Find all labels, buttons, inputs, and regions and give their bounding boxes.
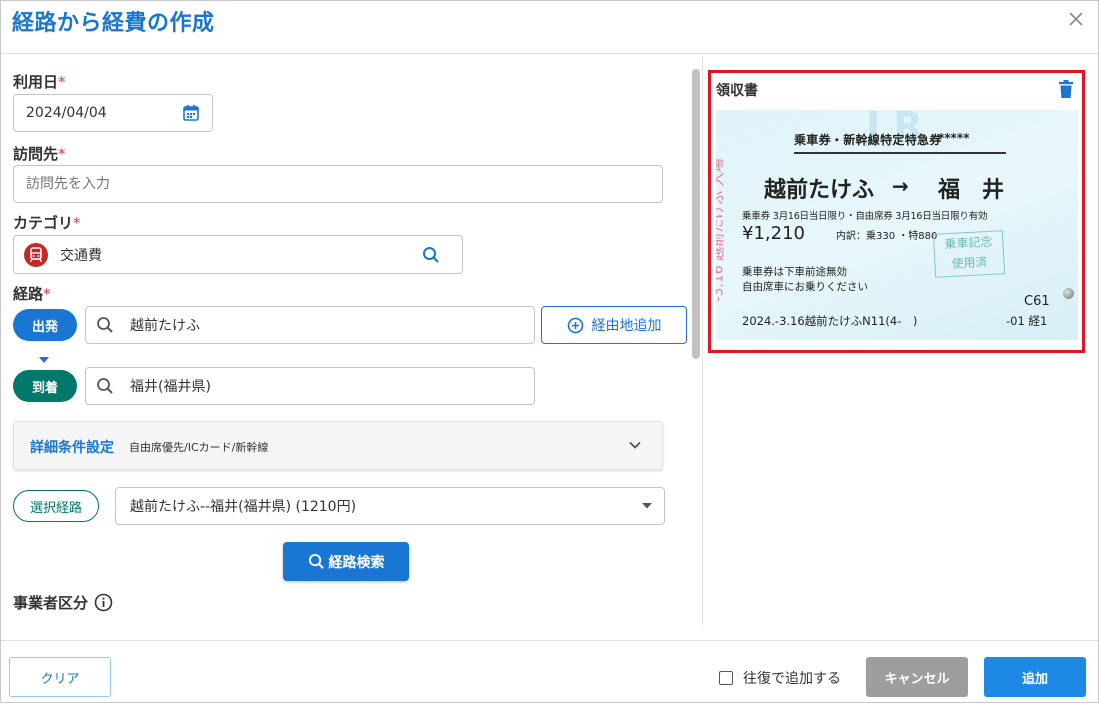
- search-icon: [96, 377, 114, 395]
- close-icon[interactable]: [1066, 9, 1086, 29]
- expense-from-route-dialog: 経路から経費の作成 利用日* 2024/04/04 訪問先* 訪問先を入力 カテ…: [0, 0, 1099, 703]
- form-panel: 利用日* 2024/04/04 訪問先* 訪問先を入力 カテゴリ* 交通費 経路…: [1, 55, 701, 625]
- destination-input[interactable]: [13, 165, 663, 203]
- advanced-settings-accordion[interactable]: 詳細条件設定 自由席優先/ICカード/新幹線: [13, 421, 663, 470]
- roundtrip-label: 往復で追加する: [743, 671, 841, 687]
- trash-icon[interactable]: [1058, 80, 1074, 103]
- selected-route-select[interactable]: 越前たけふ--福井(福井県) (1210円): [115, 487, 665, 525]
- arrival-value: 福井(福井県): [130, 379, 211, 395]
- departure-value: 越前たけふ: [130, 318, 200, 334]
- form-scrollbar[interactable]: [692, 69, 700, 359]
- dialog-header: 経路から経費の作成: [1, 1, 1098, 54]
- category-label: カテゴリ*: [13, 214, 81, 232]
- business-type-label: 事業者区分: [13, 592, 113, 613]
- chevron-down-icon[interactable]: [628, 438, 642, 456]
- ticket-note-2: 自由席車にお乗りください: [742, 281, 868, 293]
- ticket-fare: ¥1,210: [742, 223, 805, 244]
- ticket-header: 乗車券・新幹線特定特急券: [794, 133, 942, 147]
- search-icon: [96, 316, 114, 334]
- route-search-button[interactable]: 経路検索: [283, 542, 409, 581]
- ticket-validity: 乗車券 3月16日当日限り・自由席券 3月16日当日限り有効: [742, 211, 988, 222]
- clear-button[interactable]: クリア: [9, 657, 111, 697]
- advanced-settings-summary: 自由席優先/ICカード/新幹線: [129, 441, 269, 454]
- info-icon[interactable]: [94, 593, 113, 612]
- add-circle-icon: [567, 317, 584, 334]
- dropdown-arrow-icon[interactable]: [642, 503, 652, 509]
- search-icon: [308, 553, 325, 570]
- ticket-serial: -01 経1: [1006, 314, 1048, 328]
- search-icon[interactable]: [422, 246, 440, 264]
- ticket-side-stamp: -3.16 越前たけふ 入場: [716, 158, 727, 302]
- date-field[interactable]: 2024/04/04: [13, 94, 213, 132]
- date-value: 2024/04/04: [26, 105, 107, 121]
- cancel-button[interactable]: キャンセル: [866, 657, 968, 697]
- route-label: 経路*: [13, 285, 51, 303]
- roundtrip-option[interactable]: 往復で追加する: [719, 668, 841, 688]
- ticket-issue: 2024.-3.16越前たけふN11(4- ): [742, 314, 918, 328]
- arrival-badge: 到着: [13, 370, 77, 402]
- ticket-stars: *****: [938, 131, 970, 145]
- receipt-panel: 領収書 J R 乗車券・新幹線特定特急券 ***** 越前たけふ → 福 井 乗…: [703, 55, 1099, 625]
- destination-label: 訪問先*: [13, 145, 66, 163]
- ticket-header-rule: [794, 152, 1006, 154]
- add-button[interactable]: 追加: [984, 657, 1086, 697]
- dialog-footer: クリア 往復で追加する キャンセル 追加: [1, 640, 1098, 704]
- add-via-label: 経由地追加: [591, 318, 662, 334]
- receipt-label: 領収書: [716, 83, 758, 99]
- advanced-settings-title: 詳細条件設定: [30, 440, 114, 456]
- selected-route-value: 越前たけふ--福井(福井県) (1210円): [130, 499, 357, 515]
- departure-input[interactable]: 越前たけふ: [85, 306, 535, 344]
- category-field[interactable]: 交通費: [13, 235, 463, 274]
- receipt-container: 領収書 J R 乗車券・新幹線特定特急券 ***** 越前たけふ → 福 井 乗…: [708, 70, 1085, 353]
- receipt-image: J R 乗車券・新幹線特定特急券 ***** 越前たけふ → 福 井 乗車券 3…: [716, 110, 1078, 340]
- add-via-button[interactable]: 経由地追加: [541, 306, 687, 344]
- category-value: 交通費: [60, 247, 102, 264]
- dialog-title: 経路から経費の作成: [12, 11, 215, 36]
- ticket-note-1: 乗車券は下車前途無効: [742, 266, 847, 278]
- ticket-code: C61: [1024, 294, 1050, 309]
- ticket-breakdown: 内訳：乗330 ・特880: [836, 231, 938, 242]
- calendar-icon[interactable]: [182, 104, 200, 122]
- ticket-from: 越前たけふ: [764, 178, 875, 203]
- selected-route-badge: 選択経路: [13, 490, 99, 522]
- route-search-label: 経路検索: [328, 554, 385, 571]
- date-label: 利用日*: [13, 73, 66, 91]
- used-stamp: 乗車記念 使用済: [932, 230, 1006, 278]
- departure-badge: 出発: [13, 309, 77, 341]
- route-direction-icon: [39, 352, 49, 368]
- train-icon: [24, 242, 48, 267]
- arrival-input[interactable]: 福井(福井県): [85, 367, 535, 405]
- ticket-arrow: →: [892, 174, 909, 198]
- roundtrip-checkbox[interactable]: [719, 671, 733, 685]
- ticket-to: 福 井: [938, 178, 1005, 203]
- ticket-punch-hole: [1063, 288, 1074, 299]
